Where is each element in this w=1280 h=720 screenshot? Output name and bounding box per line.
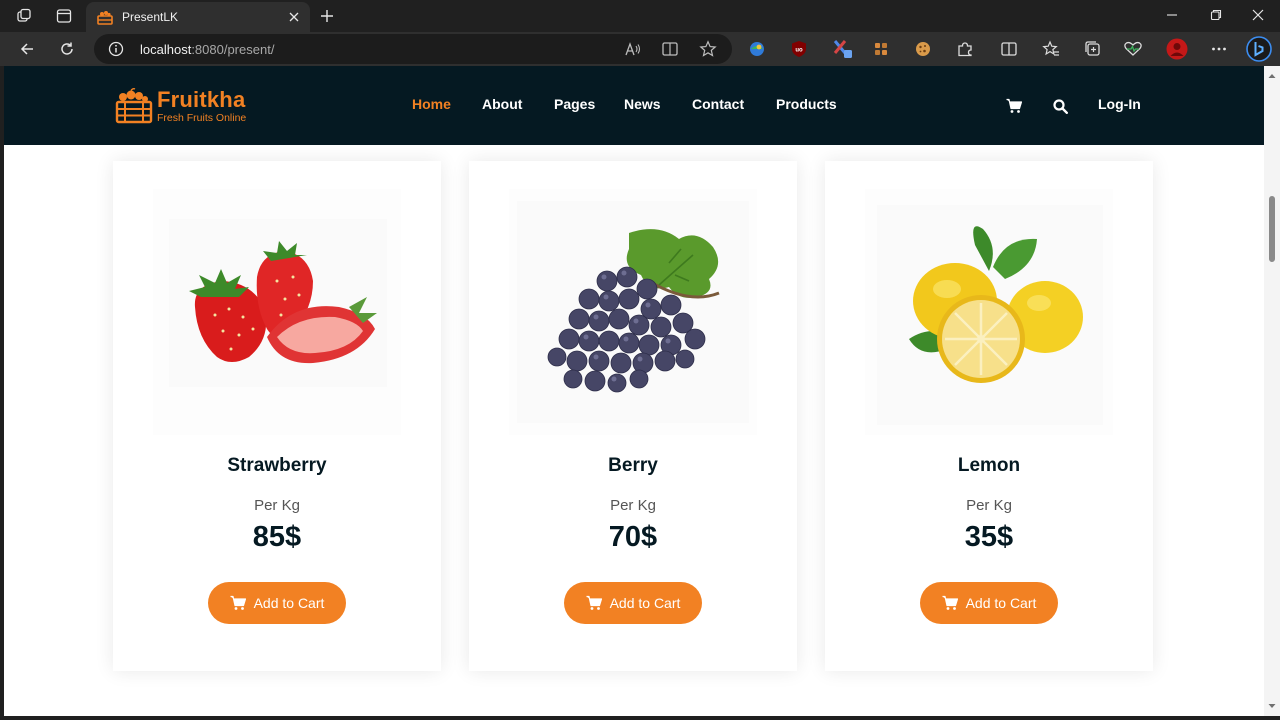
site-logo[interactable]: Fruitkha Fresh Fruits Online: [114, 88, 246, 124]
nav-contact[interactable]: Contact: [692, 96, 744, 112]
read-aloud-icon[interactable]: [624, 40, 642, 58]
more-options-icon[interactable]: [1208, 38, 1230, 60]
product-unit: Per Kg: [966, 497, 1012, 514]
cookie-manager-icon[interactable]: [870, 38, 892, 60]
close-tab-icon[interactable]: [284, 7, 304, 27]
site-header: Fruitkha Fresh Fruits Online Home About …: [4, 66, 1264, 145]
add-to-cart-button[interactable]: Add to Cart: [564, 582, 702, 624]
site-info-icon[interactable]: [108, 41, 124, 57]
close-window-icon[interactable]: [1236, 0, 1280, 30]
immersive-reader-icon[interactable]: [661, 40, 679, 58]
scroll-up-arrow-icon[interactable]: [1268, 72, 1276, 80]
product-price: 70$: [608, 521, 658, 553]
svg-text:uo: uo: [795, 48, 803, 54]
address-bar[interactable]: localhost:8080/present/: [94, 34, 732, 64]
tab-title: PresentLK: [122, 10, 179, 24]
new-tab-icon[interactable]: [314, 4, 340, 28]
fruit-basket-favicon-icon: [97, 11, 113, 25]
favorite-star-icon[interactable]: [699, 40, 717, 58]
add-to-cart-label: Add to Cart: [965, 595, 1037, 611]
nav-home[interactable]: Home: [412, 96, 451, 112]
scrollbar-thumb[interactable]: [1269, 196, 1275, 262]
product-name: Lemon: [957, 455, 1021, 476]
strawberry-image-icon: [169, 219, 387, 387]
fruit-crate-logo-icon: [115, 88, 153, 124]
collections-icon[interactable]: [1082, 38, 1104, 60]
page-viewport: Fruitkha Fresh Fruits Online Home About …: [4, 66, 1264, 716]
product-image[interactable]: [153, 189, 401, 435]
url-text[interactable]: localhost:8080/present/: [140, 42, 274, 57]
product-price: 35$: [964, 521, 1014, 553]
product-card: Lemon Per Kg 35$ Add to Cart: [825, 161, 1153, 671]
extensions-puzzle-icon[interactable]: [954, 38, 976, 60]
refresh-icon[interactable]: [52, 35, 82, 63]
header-search-icon[interactable]: [1052, 98, 1068, 114]
browser-essentials-icon[interactable]: [1122, 38, 1144, 60]
profile-avatar[interactable]: [1166, 38, 1188, 60]
product-name: Berry: [608, 455, 658, 476]
nav-pages[interactable]: Pages: [554, 96, 595, 112]
product-price: 85$: [252, 521, 302, 553]
add-to-cart-label: Add to Cart: [253, 595, 325, 611]
vertical-tabs-icon[interactable]: [50, 4, 78, 28]
product-card: Berry Per Kg 70$ Add to Cart: [469, 161, 797, 671]
product-unit: Per Kg: [254, 497, 300, 514]
add-to-cart-button[interactable]: Add to Cart: [920, 582, 1058, 624]
product-card: Strawberry Per Kg 85$ Add to Cart: [113, 161, 441, 671]
scroll-down-arrow-icon[interactable]: [1268, 702, 1276, 710]
cart-icon: [230, 595, 246, 611]
product-image[interactable]: [509, 189, 757, 435]
grapes-image-icon: [517, 201, 749, 423]
nav-news[interactable]: News: [624, 96, 661, 112]
copilot-icon[interactable]: [1246, 36, 1272, 62]
logo-name: Fruitkha: [157, 87, 246, 112]
minimize-window-icon[interactable]: [1150, 0, 1194, 30]
extension-globe-icon[interactable]: [746, 38, 768, 60]
product-name: Strawberry: [227, 455, 327, 476]
login-link[interactable]: Log-In: [1098, 96, 1141, 112]
nav-products[interactable]: Products: [776, 96, 837, 112]
nav-about[interactable]: About: [482, 96, 522, 112]
split-screen-icon[interactable]: [998, 38, 1020, 60]
back-arrow-icon[interactable]: [12, 35, 42, 63]
translate-extension-icon[interactable]: [832, 38, 854, 60]
product-image[interactable]: [865, 189, 1113, 435]
ublock-origin-icon[interactable]: uo: [788, 38, 810, 60]
add-to-cart-label: Add to Cart: [609, 595, 681, 611]
add-to-cart-button[interactable]: Add to Cart: [208, 582, 346, 624]
browser-tab-active[interactable]: PresentLK: [86, 2, 310, 32]
page-scrollbar[interactable]: [1264, 66, 1280, 716]
browser-title-bar: PresentLK: [0, 0, 1280, 32]
cart-icon: [586, 595, 602, 611]
lemon-image-icon: [877, 205, 1103, 425]
cart-icon: [942, 595, 958, 611]
cookie-icon[interactable]: [912, 38, 934, 60]
restore-window-icon[interactable]: [1194, 0, 1238, 30]
browser-toolbar: localhost:8080/present/ uo: [0, 32, 1280, 66]
favorites-icon[interactable]: [1040, 38, 1062, 60]
workspaces-icon[interactable]: [10, 4, 38, 28]
logo-tagline: Fresh Fruits Online: [157, 112, 247, 124]
product-unit: Per Kg: [610, 497, 656, 514]
header-cart-icon[interactable]: [1006, 98, 1022, 114]
